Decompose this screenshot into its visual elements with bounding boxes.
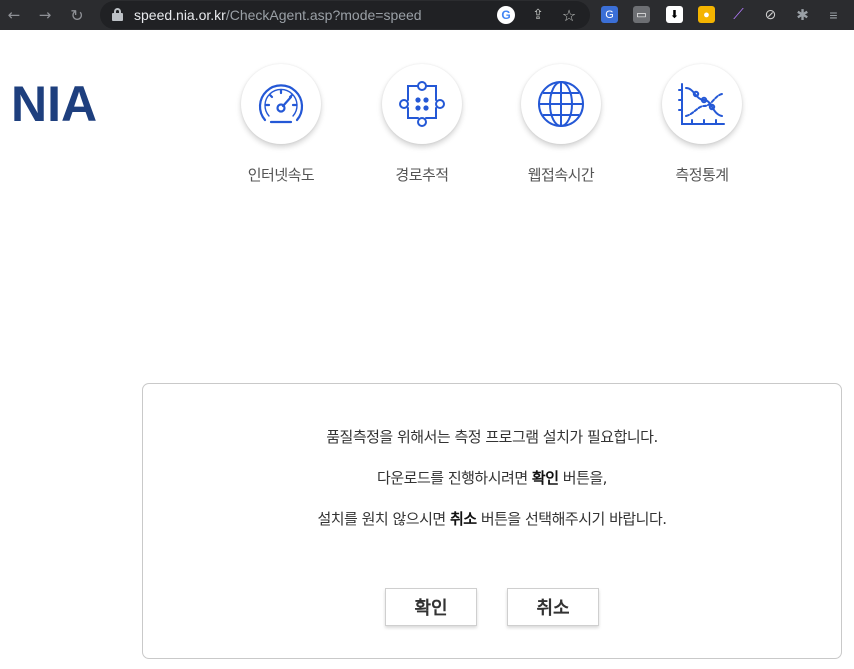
line3-bold-cancel: 취소: [449, 510, 477, 528]
translate-extension-icon[interactable]: G: [601, 6, 618, 23]
url-path: /CheckAgent.asp?mode=speed: [225, 7, 422, 23]
line2-text-after: 버튼을,: [558, 469, 608, 487]
menu-statistics[interactable]: 측정통계: [652, 64, 752, 189]
url-host: speed.nia.or.kr: [134, 7, 226, 23]
address-bar[interactable]: speed.nia.or.kr/CheckAgent.asp?mode=spee…: [100, 1, 590, 29]
back-icon[interactable]: ←: [3, 4, 25, 26]
browser-toolbar: ← → ↻ speed.nia.or.kr/CheckAgent.asp?mod…: [0, 0, 854, 30]
statistics-chart-icon: [678, 83, 725, 125]
line2-text-before: 다운로드를 진행하시려면: [377, 469, 532, 487]
menu-internet-speed[interactable]: 인터넷속도: [231, 64, 331, 189]
ok-button[interactable]: 확인: [385, 588, 477, 626]
install-prompt-dialog: 품질측정을 위해서는 측정 프로그램 설치가 필요합니다. 다운로드를 진행하시…: [142, 383, 842, 659]
menu-label: 인터넷속도: [247, 166, 315, 184]
lock-icon[interactable]: [112, 8, 123, 21]
forward-icon[interactable]: →: [34, 4, 56, 26]
url-text[interactable]: speed.nia.or.kr/CheckAgent.asp?mode=spee…: [134, 7, 422, 23]
menu-route-trace[interactable]: 경로추적: [372, 64, 472, 189]
blocker-extension-icon[interactable]: ⊘: [762, 6, 779, 23]
download-extension-icon[interactable]: ⬇: [666, 6, 683, 23]
window-extension-icon[interactable]: ▭: [633, 6, 650, 23]
share-icon[interactable]: ⇪: [529, 6, 547, 24]
puzzle-icon[interactable]: ✱: [794, 6, 811, 24]
google-icon[interactable]: G: [497, 6, 515, 24]
feather-extension-icon[interactable]: ⟋: [730, 6, 747, 23]
nia-logo[interactable]: NIA: [11, 75, 97, 133]
menu-label: 경로추적: [395, 166, 449, 184]
dialog-message-line2: 다운로드를 진행하시려면 확인 버튼을,: [143, 467, 841, 488]
menu-icon-circle[interactable]: [662, 64, 742, 144]
reload-icon[interactable]: ↻: [66, 4, 88, 26]
dialog-message-line3: 설치를 원치 않으시면 취소 버튼을 선택해주시기 바랍니다.: [143, 508, 841, 529]
route-trace-icon: [399, 81, 445, 127]
menu-icon-circle[interactable]: [521, 64, 601, 144]
cancel-button[interactable]: 취소: [507, 588, 599, 626]
speedometer-icon: [258, 84, 304, 124]
menu-label: 측정통계: [675, 166, 729, 184]
reading-list-icon[interactable]: ≡: [825, 6, 842, 23]
menu-icon-circle[interactable]: [241, 64, 321, 144]
line2-bold-ok: 확인: [531, 469, 559, 487]
bulb-extension-icon[interactable]: ●: [698, 6, 715, 23]
globe-icon: [538, 81, 584, 127]
line3-text-before: 설치를 원치 않으시면: [317, 510, 450, 528]
menu-icon-circle[interactable]: [382, 64, 462, 144]
menu-label: 웹접속시간: [527, 166, 595, 184]
menu-web-access-time[interactable]: 웹접속시간: [511, 64, 611, 189]
line3-text-after: 버튼을 선택해주시기 바랍니다.: [476, 510, 667, 528]
dialog-message-line1: 품질측정을 위해서는 측정 프로그램 설치가 필요합니다.: [326, 428, 658, 446]
bookmark-star-icon[interactable]: ☆: [560, 6, 578, 25]
